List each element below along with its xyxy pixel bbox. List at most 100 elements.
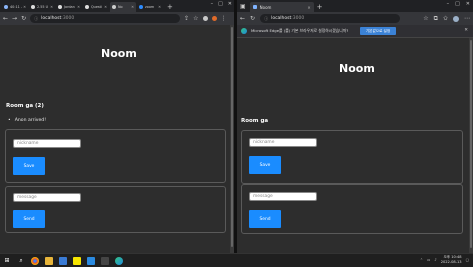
clock[interactable]: 오후 10:48 2022-08-13	[441, 255, 462, 264]
set-default-button[interactable]: 기본값으로 설정	[360, 27, 396, 35]
close-tab-icon[interactable]: ✕	[158, 5, 161, 9]
message-form: message Send	[5, 186, 226, 233]
info-icon[interactable]: ⓘ	[34, 16, 38, 22]
left-tab-0[interactable]: 40:11 - ✕	[2, 2, 28, 12]
nickname-input[interactable]: nickname	[249, 138, 317, 147]
default-browser-infobar: Microsoft Edge를 (를) 기본 브라우저로 설정하시겠습니까? 기…	[237, 25, 473, 38]
nickname-form: nickname Save	[5, 129, 226, 183]
left-page-content: Noom Room ga (2) Anon arrived! nickname …	[0, 25, 230, 253]
right-page-content: Noom Room ga nickname Save message Send	[237, 38, 469, 253]
system-tray: ⌃ ▭ ♪ 오후 10:48 2022-08-13 ▢	[420, 255, 469, 264]
room-title: Room ga (2)	[6, 103, 44, 109]
message-input[interactable]: message	[249, 192, 317, 201]
back-icon[interactable]: ←	[3, 15, 8, 22]
url-host: localhost	[41, 16, 62, 21]
send-button[interactable]: Send	[249, 210, 281, 228]
reload-icon[interactable]: ↻	[250, 15, 255, 22]
left-tab-4[interactable]: No ✕	[110, 2, 136, 12]
edge-app-icon[interactable]	[115, 256, 123, 265]
left-tab-1[interactable]: 2.55 U ✕	[29, 2, 55, 12]
menu-ellipsis-icon[interactable]: ⋯	[464, 15, 470, 22]
scrollbar-thumb[interactable]	[231, 27, 233, 247]
store-app-icon[interactable]	[59, 256, 67, 265]
edge-logo-icon	[241, 28, 247, 34]
close-tab-icon[interactable]: ✕	[23, 5, 26, 9]
right-tab-noom[interactable]: Noom ✕	[249, 2, 314, 12]
send-button[interactable]: Send	[13, 210, 45, 228]
profile-avatar-icon[interactable]	[453, 15, 459, 22]
save-button[interactable]: Save	[13, 157, 45, 175]
start-windows-icon[interactable]: ⊞	[3, 257, 11, 265]
room-title: Room ga	[241, 118, 269, 124]
left-browser-window: 40:11 - ✕ 2.55 U ✕ Jordan ✕ Questi ✕ No ✕ zoo…	[0, 0, 234, 253]
reload-icon[interactable]: ↻	[21, 15, 26, 22]
url-port: :3000	[61, 16, 75, 21]
scrollbar-thumb[interactable]	[470, 40, 472, 248]
list-item: Anon arrived!	[8, 118, 46, 123]
tab-favicon-icon	[252, 5, 257, 9]
window-controls: – □ ✕	[211, 1, 232, 7]
extension-icon[interactable]	[202, 16, 208, 21]
new-tab-button[interactable]: +	[317, 2, 323, 12]
file-explorer-icon[interactable]	[45, 256, 53, 265]
close-window-icon[interactable]: ✕	[466, 1, 470, 7]
minimize-icon[interactable]: –	[211, 1, 214, 7]
share-icon[interactable]: ⇪	[184, 15, 189, 22]
chevron-up-icon[interactable]: ⌃	[420, 258, 423, 262]
network-icon[interactable]: ▭	[427, 258, 430, 262]
clock-time: 오후 10:48	[443, 255, 462, 259]
left-tab-2[interactable]: Jordan ✕	[56, 2, 82, 12]
info-icon[interactable]: ⓘ	[264, 16, 268, 22]
message-input[interactable]: message	[13, 193, 81, 202]
nickname-form: nickname Save	[241, 130, 463, 184]
left-tab-3[interactable]: Questi ✕	[83, 2, 109, 12]
close-tab-icon[interactable]: ✕	[50, 5, 53, 9]
kakao-app-icon[interactable]	[73, 256, 81, 265]
tab-label: 2.55 U	[37, 5, 49, 9]
left-toolbar: ← → ↻ ⓘ localhost:3000 ⇪ ☆ ⋮	[0, 12, 234, 25]
bookmark-star-icon[interactable]: ☆	[193, 15, 198, 22]
maximize-icon[interactable]: □	[455, 1, 460, 7]
right-tab-strip: ▣ Noom ✕ + – □ ✕	[237, 0, 473, 12]
close-tab-icon[interactable]: ✕	[77, 5, 80, 9]
maximize-icon[interactable]: □	[218, 1, 223, 7]
url-port: :3000	[291, 16, 305, 21]
tab-actions-icon[interactable]: ▣	[240, 2, 246, 12]
window-controls: – □ ✕	[447, 1, 470, 7]
close-tab-icon[interactable]: ✕	[104, 5, 107, 9]
notification-icon[interactable]: ▢	[466, 258, 469, 262]
minimize-icon[interactable]: –	[447, 1, 450, 7]
back-icon[interactable]: ←	[240, 15, 245, 22]
tab-label: zoom	[145, 5, 155, 9]
close-tab-icon[interactable]: ✕	[307, 5, 310, 10]
message-form: message Send	[241, 184, 463, 234]
windows-taskbar: ⊞ ⌕ ⌃ ▭ ♪ 오후 10:48 2022-08-13 ▢	[0, 253, 473, 267]
close-tab-icon[interactable]: ✕	[131, 5, 134, 9]
favorites-list-icon[interactable]: ✩	[443, 15, 448, 22]
profile-avatar-icon[interactable]	[211, 16, 217, 21]
new-tab-button[interactable]: +	[167, 2, 173, 12]
right-address-bar[interactable]: ⓘ localhost:3000	[260, 14, 401, 23]
tab-favicon-icon	[85, 5, 89, 9]
collections-icon[interactable]: ⧉	[434, 15, 438, 22]
right-toolbar: ← ↻ ⓘ localhost:3000 ☆ ⧉ ✩ ⋯	[237, 12, 473, 25]
vscode-app-icon[interactable]	[87, 256, 95, 265]
favorites-star-icon[interactable]: ☆	[423, 15, 428, 22]
save-button[interactable]: Save	[249, 156, 281, 174]
chrome-app-icon[interactable]	[31, 256, 39, 265]
volume-icon[interactable]: ♪	[434, 258, 436, 262]
nickname-input[interactable]: nickname	[13, 139, 81, 148]
left-tab-5[interactable]: zoom ✕	[137, 2, 163, 12]
right-scrollbar[interactable]	[469, 38, 473, 253]
infobar-message: Microsoft Edge를 (를) 기본 브라우저로 설정하시겠습니까?	[251, 28, 349, 33]
search-icon[interactable]: ⌕	[17, 257, 25, 265]
close-infobar-icon[interactable]: ✕	[464, 28, 468, 33]
close-window-icon[interactable]: ✕	[228, 1, 232, 7]
left-address-bar[interactable]: ⓘ localhost:3000	[30, 14, 181, 23]
menu-kebab-icon[interactable]: ⋮	[221, 15, 227, 22]
terminal-app-icon[interactable]	[101, 256, 109, 265]
tab-favicon-icon	[112, 5, 116, 9]
forward-icon[interactable]: →	[12, 15, 17, 22]
tab-label: 40:11 -	[10, 5, 23, 9]
clock-date: 2022-08-13	[440, 259, 462, 264]
